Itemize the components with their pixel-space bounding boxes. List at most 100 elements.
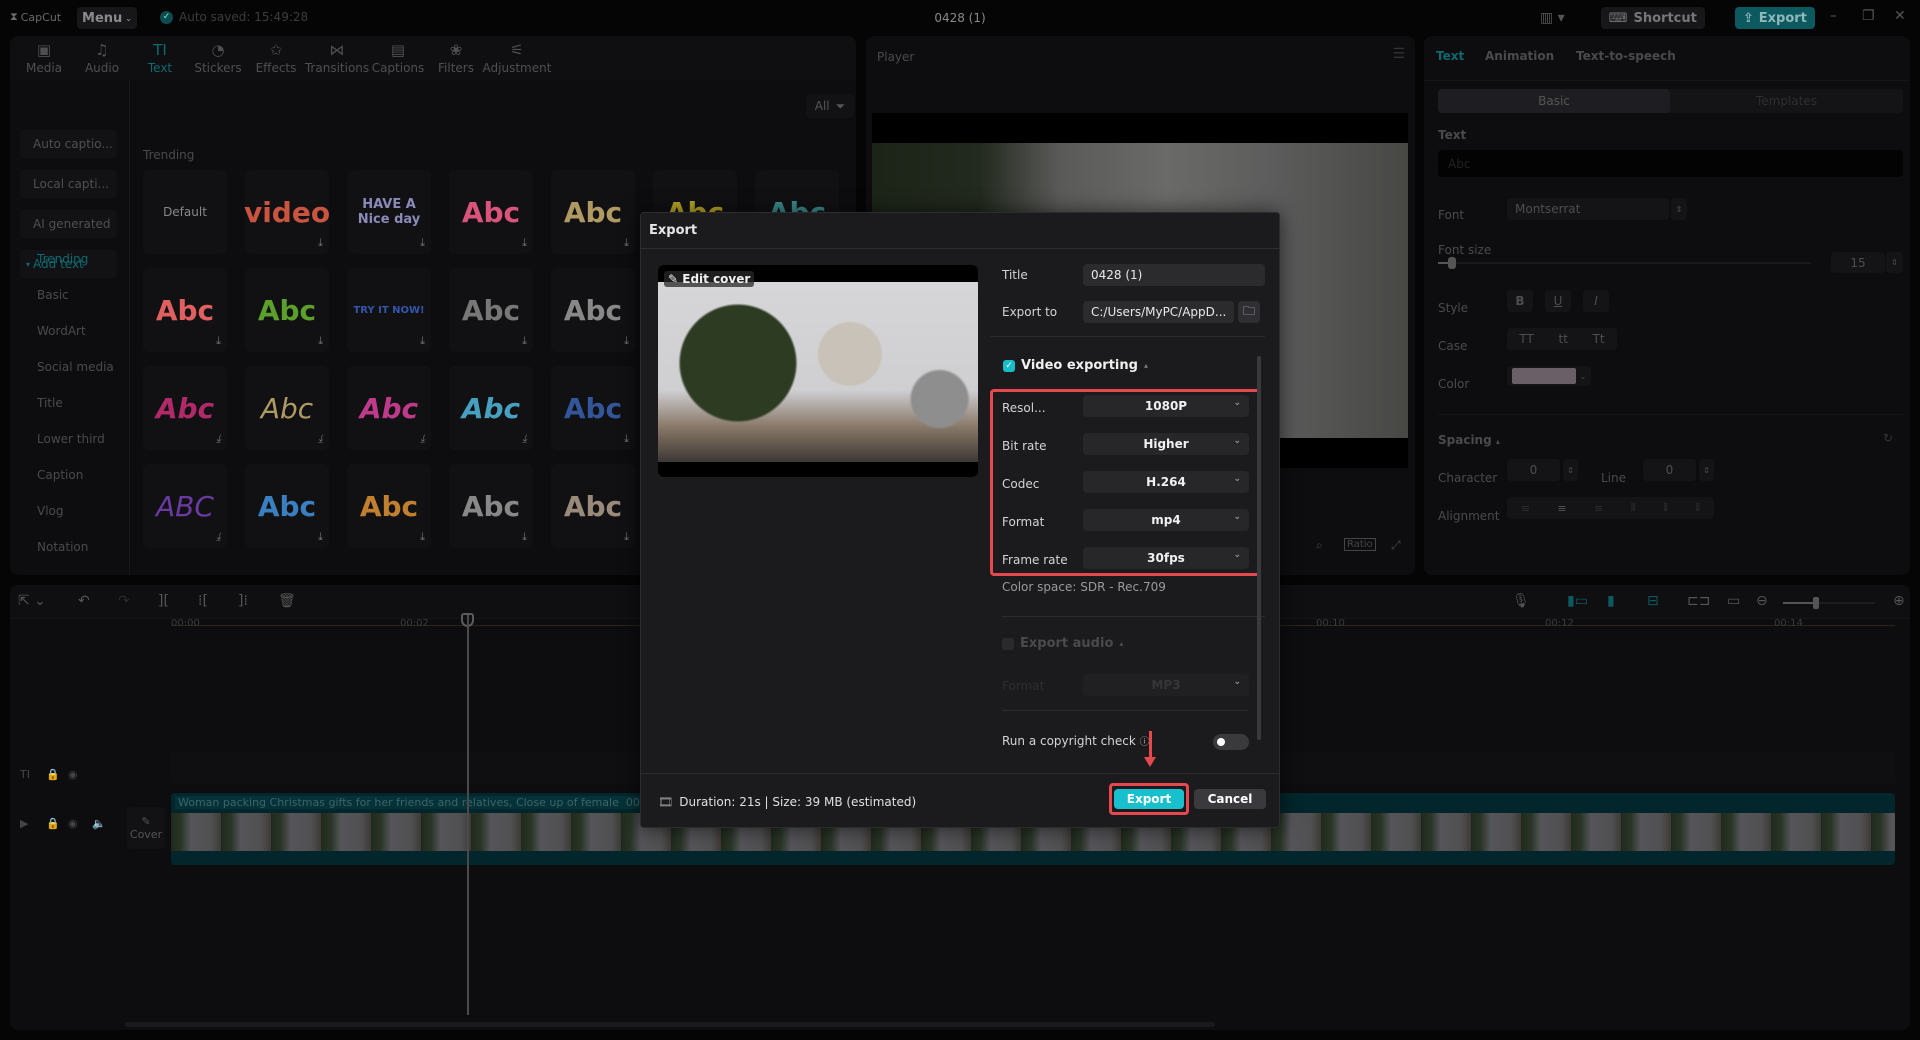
segment-templates[interactable]: Templates — [1670, 89, 1903, 113]
cover-preview[interactable]: ✎ Edit cover — [658, 265, 978, 477]
main-track-magnet-icon[interactable]: ▮▭ — [1567, 593, 1588, 609]
tab-audio[interactable]: ♫ Audio — [74, 36, 130, 80]
fullscreen-icon[interactable]: ⤢ — [1391, 538, 1401, 553]
download-icon[interactable]: ⤓ — [318, 530, 323, 544]
font-select[interactable]: Montserrat — [1507, 198, 1669, 220]
font-size-slider-handle[interactable] — [1448, 257, 1456, 269]
align-center-icon[interactable]: ≡ — [1557, 502, 1566, 515]
tab-text-to-speech[interactable]: Text-to-speech — [1576, 49, 1676, 63]
tab-media[interactable]: ▣ Media — [16, 36, 72, 80]
cancel-button[interactable]: Cancel — [1194, 789, 1266, 809]
download-icon[interactable]: ⤓ — [420, 432, 425, 446]
ratio-button[interactable]: Ratio — [1344, 538, 1376, 551]
bold-button[interactable]: B — [1507, 290, 1533, 312]
download-icon[interactable]: ⤓ — [420, 530, 425, 544]
split-right-icon[interactable]: ]⁞ — [238, 593, 248, 609]
linkage-icon[interactable]: ⊟ — [1647, 593, 1659, 609]
delete-icon[interactable]: 🗑 — [278, 593, 296, 609]
reset-icon[interactable]: ↻ — [1883, 431, 1893, 445]
align-left-icon[interactable]: ≡ — [1521, 502, 1530, 515]
zoom-fit-icon[interactable]: ⌕ — [1316, 538, 1323, 553]
dialog-scrollbar[interactable] — [1257, 356, 1261, 740]
character-spacing-input[interactable]: 0 — [1507, 459, 1560, 481]
speaker-icon[interactable]: 🔈 — [92, 817, 106, 830]
download-icon[interactable]: ⤓ — [216, 432, 221, 446]
auto-captions-button[interactable]: Auto captio... — [20, 130, 117, 158]
setting-select-bit-rate[interactable]: Higher ⌄ — [1083, 433, 1249, 455]
italic-button[interactable]: I — [1583, 290, 1609, 312]
copyright-toggle[interactable] — [1213, 734, 1249, 750]
audio-export-checkbox[interactable] — [1002, 637, 1014, 650]
font-size-slider[interactable] — [1438, 262, 1811, 264]
text-template-tile[interactable]: Abc⤓ — [449, 464, 533, 548]
line-stepper-icon[interactable]: ⇕ — [1699, 459, 1714, 481]
text-input[interactable]: Abc — [1438, 150, 1903, 177]
download-icon[interactable]: ⤓ — [624, 432, 629, 446]
font-size-stepper-icon[interactable]: ⇕ — [1886, 252, 1903, 273]
tab-transitions[interactable]: ⋈ Transitions — [305, 36, 369, 80]
shortcut-button[interactable]: ⌨ Shortcut — [1600, 7, 1705, 29]
character-stepper-icon[interactable]: ⇕ — [1563, 459, 1578, 481]
font-size-input[interactable]: 15 — [1831, 252, 1885, 273]
download-icon[interactable]: ⤓ — [318, 334, 323, 348]
download-icon[interactable]: ⤓ — [420, 236, 425, 250]
download-icon[interactable]: ⤓ — [522, 530, 527, 544]
category-social-media[interactable]: Social media — [37, 360, 114, 374]
text-template-tile[interactable]: Abc⤓ — [449, 268, 533, 352]
ai-generated-button[interactable]: AI generated — [20, 210, 117, 238]
microphone-icon[interactable]: 🎙 — [1512, 593, 1530, 609]
setting-select-codec[interactable]: H.264 ⌄ — [1083, 471, 1249, 493]
timeline-scrollbar[interactable] — [125, 1022, 1215, 1027]
category-lower-third[interactable]: Lower third — [37, 432, 105, 446]
category-vlog[interactable]: Vlog — [37, 504, 64, 518]
setting-select-format[interactable]: mp4 ⌄ — [1083, 509, 1249, 531]
case-upper-button[interactable]: TT — [1519, 332, 1533, 346]
menu-icon[interactable]: ☰ — [1392, 46, 1405, 62]
redo-icon[interactable]: ↷ — [118, 593, 130, 609]
tab-captions[interactable]: ▤ Captions — [370, 36, 426, 80]
text-template-tile[interactable]: Abc⤓ — [347, 464, 431, 548]
text-template-tile[interactable]: Abc⤓ — [551, 170, 635, 254]
text-template-tile[interactable]: ABC ⤓ — [143, 464, 227, 548]
text-template-tile[interactable]: Abc⤓ — [449, 366, 533, 450]
download-icon[interactable]: ⤓ — [216, 530, 221, 544]
download-icon[interactable]: ⤓ — [624, 530, 629, 544]
text-template-tile[interactable]: Abc⤓ — [245, 268, 329, 352]
case-lower-button[interactable]: tt — [1558, 332, 1567, 346]
category-notation[interactable]: Notation — [37, 540, 88, 554]
layout-icon[interactable]: ▥ ▾ — [1540, 10, 1565, 26]
auto-snap-icon[interactable]: ▮ — [1607, 593, 1615, 609]
timeline-zoom-handle[interactable] — [1813, 597, 1819, 609]
zoom-out-icon[interactable]: ⊖ — [1756, 593, 1768, 609]
setting-select-frame-rate[interactable]: 30fps ⌄ — [1083, 547, 1249, 569]
case-title-button[interactable]: Tt — [1593, 332, 1605, 346]
close-icon[interactable]: ✕ — [1894, 8, 1906, 24]
text-template-tile[interactable]: Abc⤓ — [347, 366, 431, 450]
color-picker[interactable]: ⌄ — [1507, 366, 1591, 386]
eye-icon[interactable]: ◉ — [68, 768, 78, 781]
tab-text[interactable]: TI Text — [132, 36, 188, 80]
video-export-checkbox[interactable]: ✓ — [1003, 359, 1015, 372]
undo-icon[interactable]: ↶ — [78, 593, 90, 609]
download-icon[interactable]: ⤓ — [318, 236, 323, 250]
text-template-tile[interactable]: video ⤓ — [244, 170, 330, 254]
title-input[interactable]: 0428 (1) — [1083, 264, 1265, 286]
category-title[interactable]: Title — [37, 396, 63, 410]
filter-button[interactable]: All ⏷ — [806, 94, 854, 118]
text-template-tile[interactable]: Abc⤓ — [551, 464, 635, 548]
zoom-in-icon[interactable]: ⊕ — [1893, 593, 1905, 609]
tab-effects[interactable]: ✩ Effects — [248, 36, 304, 80]
download-icon[interactable]: ⤓ — [522, 236, 527, 250]
download-icon[interactable]: ⤓ — [522, 334, 527, 348]
text-template-tile[interactable]: TRY IT NOW! ⤓ — [347, 268, 431, 352]
tab-animation[interactable]: Animation — [1485, 49, 1554, 63]
segment-basic[interactable]: Basic — [1438, 89, 1670, 113]
cover-button[interactable]: ✎ Cover — [127, 807, 165, 849]
export-path-input[interactable]: C:/Users/MyPC/AppD... — [1083, 301, 1234, 323]
text-template-tile[interactable]: Abc⤓ — [245, 464, 329, 548]
category-trending[interactable]: Trending — [37, 252, 88, 266]
restore-icon[interactable]: ❐ — [1862, 8, 1875, 24]
select-tool-icon[interactable]: ⇱ ⌄ — [18, 593, 46, 609]
download-icon[interactable]: ⤓ — [216, 334, 221, 348]
text-template-tile[interactable]: Abc⤓ — [449, 170, 533, 254]
